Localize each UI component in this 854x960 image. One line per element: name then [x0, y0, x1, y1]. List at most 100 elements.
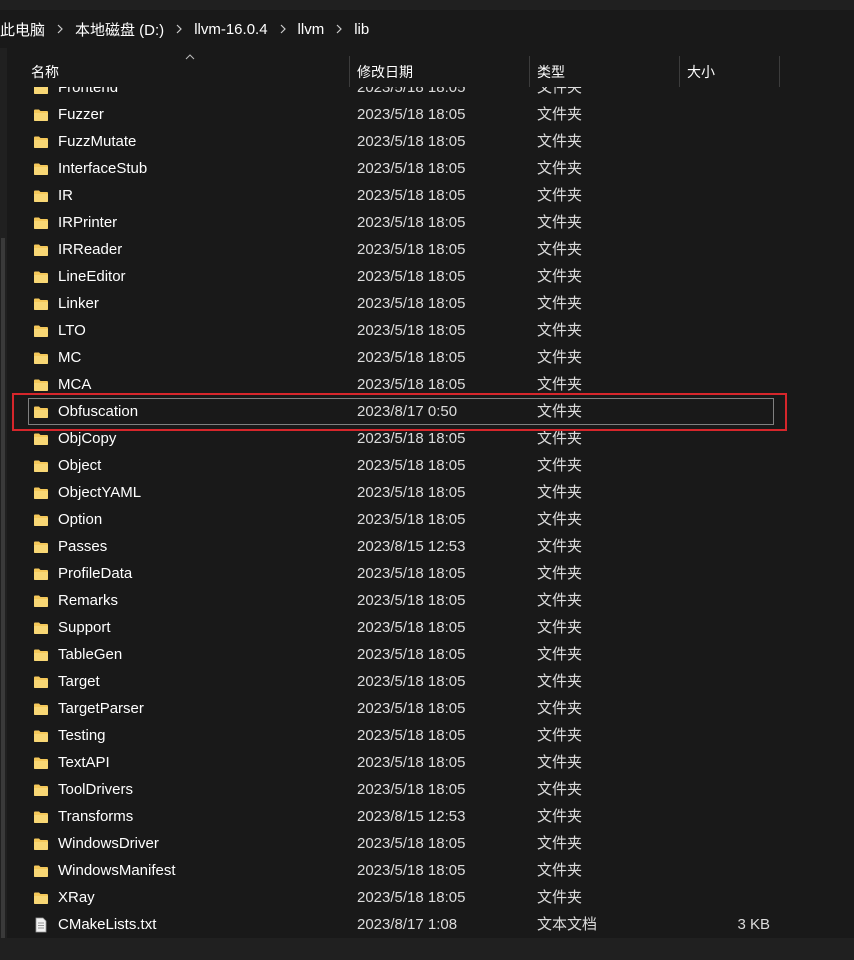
chevron-right-icon[interactable] [274, 24, 292, 34]
table-row[interactable]: Support 2023/5/18 18:05 文件夹 [9, 614, 854, 641]
table-row[interactable]: Transforms 2023/8/15 12:53 文件夹 [9, 803, 854, 830]
table-row[interactable]: MCA 2023/5/18 18:05 文件夹 [9, 371, 854, 398]
table-row[interactable]: IR 2023/5/18 18:05 文件夹 [9, 182, 854, 209]
folder-icon [33, 161, 49, 177]
modified-date: 2023/5/18 18:05 [357, 646, 466, 663]
modified-date: 2023/5/18 18:05 [357, 565, 466, 582]
folder-icon [33, 674, 49, 690]
file-type: 文件夹 [537, 214, 583, 231]
folder-icon [33, 134, 49, 150]
table-row[interactable]: WindowsDriver 2023/5/18 18:05 文件夹 [9, 830, 854, 857]
folder-icon [33, 458, 49, 474]
file-name: IRReader [58, 241, 123, 258]
table-row[interactable]: ProfileData 2023/5/18 18:05 文件夹 [9, 560, 854, 587]
folder-icon [33, 566, 49, 582]
folder-icon [33, 87, 49, 96]
file-name: Linker [58, 295, 99, 312]
table-row[interactable]: ObjectYAML 2023/5/18 18:05 文件夹 [9, 479, 854, 506]
table-row[interactable]: IRPrinter 2023/5/18 18:05 文件夹 [9, 209, 854, 236]
folder-icon [33, 323, 49, 339]
modified-date: 2023/8/15 12:53 [357, 808, 466, 825]
folder-icon [33, 377, 49, 393]
file-name: CMakeLists.txt [58, 916, 157, 933]
table-row[interactable]: CMakeLists.txt 2023/8/17 1:08 文本文档 3 KB [9, 911, 854, 938]
chevron-right-icon[interactable] [51, 24, 69, 34]
file-list: Frontend 2023/5/18 18:05 文件夹 Fuzzer 2023/5/1… [9, 87, 854, 938]
breadcrumb-local-disk-d[interactable]: 本地磁盘 (D:) [69, 19, 170, 40]
table-row[interactable]: LineEditor 2023/5/18 18:05 文件夹 [9, 263, 854, 290]
modified-date: 2023/5/18 18:05 [357, 781, 466, 798]
folder-icon [33, 242, 49, 258]
file-name: IRPrinter [58, 214, 118, 231]
table-row[interactable]: Passes 2023/8/15 12:53 文件夹 [9, 533, 854, 560]
table-row[interactable]: IRReader 2023/5/18 18:05 文件夹 [9, 236, 854, 263]
folder-icon [33, 890, 49, 906]
file-type: 文件夹 [537, 268, 583, 285]
file-name: ToolDrivers [58, 781, 134, 798]
modified-date: 2023/5/18 18:05 [357, 673, 466, 690]
table-row-selected[interactable]: Obfuscation 2023/8/17 0:50 文件夹 [28, 398, 774, 425]
modified-date: 2023/5/18 18:05 [357, 484, 466, 501]
modified-date: 2023/5/18 18:05 [357, 322, 466, 339]
table-row[interactable]: Testing 2023/5/18 18:05 文件夹 [9, 722, 854, 749]
table-row[interactable]: WindowsManifest 2023/5/18 18:05 文件夹 [9, 857, 854, 884]
column-header-size[interactable]: 大小 [687, 56, 715, 87]
file-name: Target [58, 673, 100, 690]
column-divider[interactable] [349, 56, 350, 87]
file-type: 文本文档 [537, 916, 598, 933]
table-row[interactable]: Fuzzer 2023/5/18 18:05 文件夹 [9, 101, 854, 128]
column-divider[interactable] [529, 56, 530, 87]
breadcrumb-this-pc[interactable]: 此电脑 [0, 19, 51, 40]
column-header-name[interactable]: 名称 [31, 56, 59, 87]
table-row[interactable]: InterfaceStub 2023/5/18 18:05 文件夹 [9, 155, 854, 182]
column-divider[interactable] [779, 56, 780, 87]
table-row[interactable]: LTO 2023/5/18 18:05 文件夹 [9, 317, 854, 344]
modified-date: 2023/5/18 18:05 [357, 349, 466, 366]
folder-icon [33, 539, 49, 555]
breadcrumb-lib[interactable]: lib [348, 21, 375, 38]
table-row[interactable]: TargetParser 2023/5/18 18:05 文件夹 [9, 695, 854, 722]
file-name: XRay [58, 889, 95, 906]
table-row[interactable]: FuzzMutate 2023/5/18 18:05 文件夹 [9, 128, 854, 155]
modified-date: 2023/5/18 18:05 [357, 430, 466, 447]
folder-icon [33, 809, 49, 825]
file-type: 文件夹 [537, 403, 583, 420]
modified-date: 2023/5/18 18:05 [357, 268, 466, 285]
column-divider[interactable] [679, 56, 680, 87]
table-row[interactable]: Linker 2023/5/18 18:05 文件夹 [9, 290, 854, 317]
file-type: 文件夹 [537, 565, 583, 582]
file-list-rows: Frontend 2023/5/18 18:05 文件夹 Fuzzer 2023/5/1… [9, 87, 854, 938]
file-type: 文件夹 [537, 241, 583, 258]
file-type: 文件夹 [537, 133, 583, 150]
file-name: TargetParser [58, 700, 144, 717]
modified-date: 2023/5/18 18:05 [357, 700, 466, 717]
file-name: InterfaceStub [58, 160, 148, 177]
table-row[interactable]: XRay 2023/5/18 18:05 文件夹 [9, 884, 854, 911]
breadcrumb-llvm[interactable]: llvm [292, 21, 331, 38]
table-row[interactable]: TextAPI 2023/5/18 18:05 文件夹 [9, 749, 854, 776]
file-name: LTO [58, 322, 86, 339]
scrollbar-thumb[interactable] [1, 238, 5, 958]
file-type: 文件夹 [537, 295, 583, 312]
column-header-row: 名称 修改日期 类型 大小 [9, 54, 854, 87]
file-type: 文件夹 [537, 160, 583, 177]
breadcrumb-llvm-16[interactable]: llvm-16.0.4 [188, 21, 273, 38]
modified-date: 2023/5/18 18:05 [357, 592, 466, 609]
table-row[interactable]: Target 2023/5/18 18:05 文件夹 [9, 668, 854, 695]
table-row[interactable]: ToolDrivers 2023/5/18 18:05 文件夹 [9, 776, 854, 803]
file-name: Support [58, 619, 111, 636]
table-row[interactable]: Frontend 2023/5/18 18:05 文件夹 [9, 87, 854, 101]
table-row[interactable]: TableGen 2023/5/18 18:05 文件夹 [9, 641, 854, 668]
table-row[interactable]: Option 2023/5/18 18:05 文件夹 [9, 506, 854, 533]
column-header-date[interactable]: 修改日期 [357, 56, 413, 87]
column-header-type[interactable]: 类型 [537, 56, 565, 87]
chevron-right-icon[interactable] [330, 24, 348, 34]
modified-date: 2023/5/18 18:05 [357, 727, 466, 744]
table-row[interactable]: ObjCopy 2023/5/18 18:05 文件夹 [9, 425, 854, 452]
modified-date: 2023/5/18 18:05 [357, 295, 466, 312]
table-row[interactable]: MC 2023/5/18 18:05 文件夹 [9, 344, 854, 371]
modified-date: 2023/5/18 18:05 [357, 889, 466, 906]
chevron-right-icon[interactable] [170, 24, 188, 34]
table-row[interactable]: Remarks 2023/5/18 18:05 文件夹 [9, 587, 854, 614]
table-row[interactable]: Object 2023/5/18 18:05 文件夹 [9, 452, 854, 479]
